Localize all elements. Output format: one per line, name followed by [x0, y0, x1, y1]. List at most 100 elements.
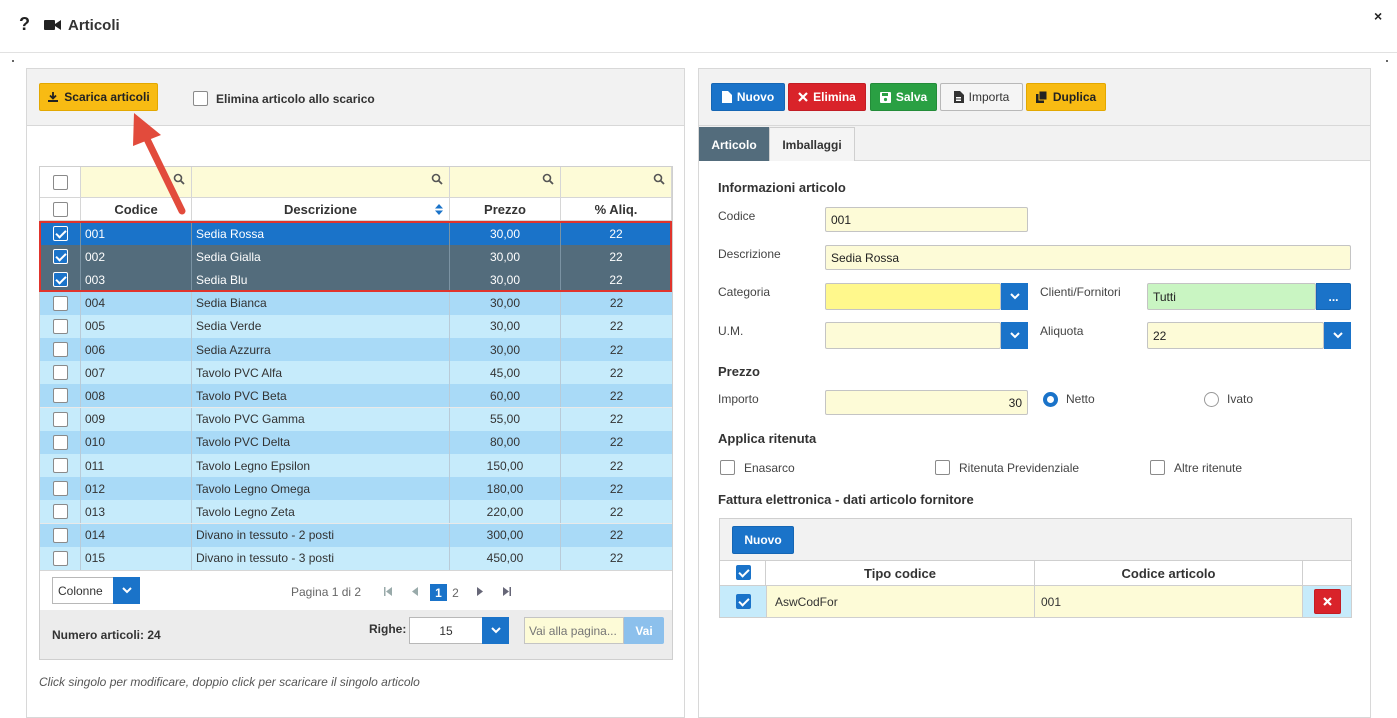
description-cell[interactable]: Sedia Bianca: [192, 291, 450, 315]
vat-cell[interactable]: 22: [561, 314, 672, 338]
category-select[interactable]: [825, 283, 1001, 310]
last-page-icon[interactable]: [503, 587, 511, 596]
code-cell[interactable]: 005: [81, 314, 192, 338]
close-icon[interactable]: ×: [1374, 8, 1382, 24]
code-type-column-header[interactable]: Tipo codice: [766, 561, 1035, 585]
row-checkbox[interactable]: [52, 342, 68, 357]
row-checkbox[interactable]: [52, 504, 68, 520]
vat-cell[interactable]: 22: [561, 430, 672, 454]
code-field[interactable]: 001: [825, 207, 1028, 232]
enasarco-checkbox[interactable]: [720, 460, 735, 475]
delete-button[interactable]: Elimina: [788, 83, 866, 111]
gross-radio[interactable]: [1204, 392, 1219, 407]
clients-suppliers-browse-button[interactable]: ...: [1316, 283, 1351, 310]
table-row[interactable]: 004 Sedia Bianca 30,00 22: [40, 291, 672, 315]
row-checkbox-cell[interactable]: [40, 361, 81, 385]
delete-on-download-checkbox[interactable]: [193, 91, 208, 106]
category-dropdown-button[interactable]: [1001, 283, 1028, 310]
add-supplier-code-button[interactable]: Nuovo: [732, 526, 794, 554]
previous-page-icon[interactable]: [412, 587, 418, 596]
description-cell[interactable]: Divano in tessuto - 3 posti: [192, 546, 450, 570]
row-checkbox-cell[interactable]: [40, 500, 81, 524]
row-checkbox-cell[interactable]: [40, 407, 81, 431]
description-cell[interactable]: Tavolo PVC Beta: [192, 384, 450, 408]
tab-articolo[interactable]: Articolo: [699, 127, 769, 161]
help-icon[interactable]: ?: [19, 14, 30, 35]
vat-filter[interactable]: [561, 167, 672, 198]
vat-cell[interactable]: 22: [561, 546, 672, 570]
duplicate-button[interactable]: Duplica: [1026, 83, 1106, 111]
pension-withholding-checkbox[interactable]: [935, 460, 950, 475]
um-dropdown-button[interactable]: [1001, 322, 1028, 349]
price-cell[interactable]: 55,00: [450, 407, 561, 431]
first-page-icon[interactable]: [384, 587, 392, 596]
code-cell[interactable]: 013: [81, 500, 192, 524]
row-checkbox[interactable]: [52, 550, 68, 566]
vat-cell[interactable]: 22: [561, 291, 672, 315]
code-cell[interactable]: 012: [81, 477, 192, 501]
table-row[interactable]: 005 Sedia Verde 30,00 22: [40, 314, 672, 338]
description-field[interactable]: Sedia Rossa: [825, 245, 1351, 270]
table-row[interactable]: 015 Divano in tessuto - 3 posti 450,00 22: [40, 546, 672, 570]
price-cell[interactable]: 180,00: [450, 477, 561, 501]
go-button[interactable]: Vai: [624, 617, 664, 644]
columns-dropdown-button[interactable]: [113, 577, 140, 604]
row-checkbox-cell[interactable]: [40, 546, 81, 570]
article-code-cell[interactable]: 001: [1035, 586, 1303, 617]
vat-cell[interactable]: 22: [561, 454, 672, 477]
row-checkbox-cell[interactable]: [40, 291, 81, 315]
new-button[interactable]: Nuovo: [711, 83, 785, 111]
price-cell[interactable]: 60,00: [450, 384, 561, 408]
select-all-checkbox[interactable]: [52, 201, 68, 217]
vat-cell[interactable]: 22: [561, 384, 672, 408]
page-2-link[interactable]: 2: [447, 584, 464, 601]
um-select[interactable]: [825, 322, 1001, 349]
description-cell[interactable]: Tavolo Legno Omega: [192, 477, 450, 501]
table-row[interactable]: 010 Tavolo PVC Delta 80,00 22: [40, 430, 672, 454]
row-checkbox[interactable]: [52, 365, 68, 381]
page-1-link[interactable]: 1: [430, 584, 447, 601]
description-cell[interactable]: Tavolo PVC Gamma: [192, 407, 450, 431]
table-row[interactable]: 014 Divano in tessuto - 2 posti 300,00 22: [40, 523, 672, 547]
code-cell[interactable]: 010: [81, 430, 192, 454]
table-row[interactable]: 009 Tavolo PVC Gamma 55,00 22: [40, 407, 672, 431]
net-radio[interactable]: [1043, 392, 1058, 407]
row-checkbox-cell[interactable]: [40, 477, 81, 501]
supplier-code-row[interactable]: AswCodFor 001: [720, 586, 1351, 617]
price-cell[interactable]: 220,00: [450, 500, 561, 524]
vat-cell[interactable]: 22: [561, 477, 672, 501]
tab-imballaggi[interactable]: Imballaggi: [769, 127, 855, 161]
supplier-code-row-checkbox[interactable]: [736, 594, 751, 609]
supplier-codes-select-all-checkbox[interactable]: [736, 565, 751, 580]
price-column-header[interactable]: Prezzo: [450, 198, 561, 221]
description-cell[interactable]: Tavolo PVC Delta: [192, 430, 450, 454]
import-button[interactable]: Importa: [940, 83, 1023, 111]
code-cell[interactable]: 007: [81, 361, 192, 385]
description-column-header[interactable]: Descrizione: [192, 198, 450, 221]
row-checkbox[interactable]: [52, 527, 68, 543]
description-filter[interactable]: [192, 167, 450, 198]
row-checkbox[interactable]: [52, 388, 68, 404]
row-checkbox-cell[interactable]: [40, 430, 81, 454]
go-to-page-input[interactable]: [524, 617, 624, 644]
filter-checkbox[interactable]: [52, 174, 68, 190]
table-row[interactable]: 012 Tavolo Legno Omega 180,00 22: [40, 477, 672, 501]
row-checkbox[interactable]: [52, 318, 68, 334]
vat-cell[interactable]: 22: [561, 338, 672, 361]
code-type-cell[interactable]: AswCodFor: [766, 586, 1035, 617]
rows-dropdown-button[interactable]: [482, 617, 509, 644]
clients-suppliers-field[interactable]: Tutti: [1147, 283, 1316, 310]
price-cell[interactable]: 30,00: [450, 291, 561, 315]
vat-cell[interactable]: 22: [561, 500, 672, 524]
description-cell[interactable]: Sedia Azzurra: [192, 338, 450, 361]
description-cell[interactable]: Tavolo PVC Alfa: [192, 361, 450, 385]
table-row[interactable]: 006 Sedia Azzurra 30,00 22: [40, 338, 672, 361]
price-cell[interactable]: 80,00: [450, 430, 561, 454]
row-checkbox-cell[interactable]: [40, 454, 81, 477]
description-cell[interactable]: Tavolo Legno Zeta: [192, 500, 450, 524]
vat-cell[interactable]: 22: [561, 523, 672, 547]
code-cell[interactable]: 015: [81, 546, 192, 570]
row-checkbox-cell[interactable]: [40, 523, 81, 547]
table-row[interactable]: 008 Tavolo PVC Beta 60,00 22: [40, 384, 672, 408]
code-cell[interactable]: 004: [81, 291, 192, 315]
